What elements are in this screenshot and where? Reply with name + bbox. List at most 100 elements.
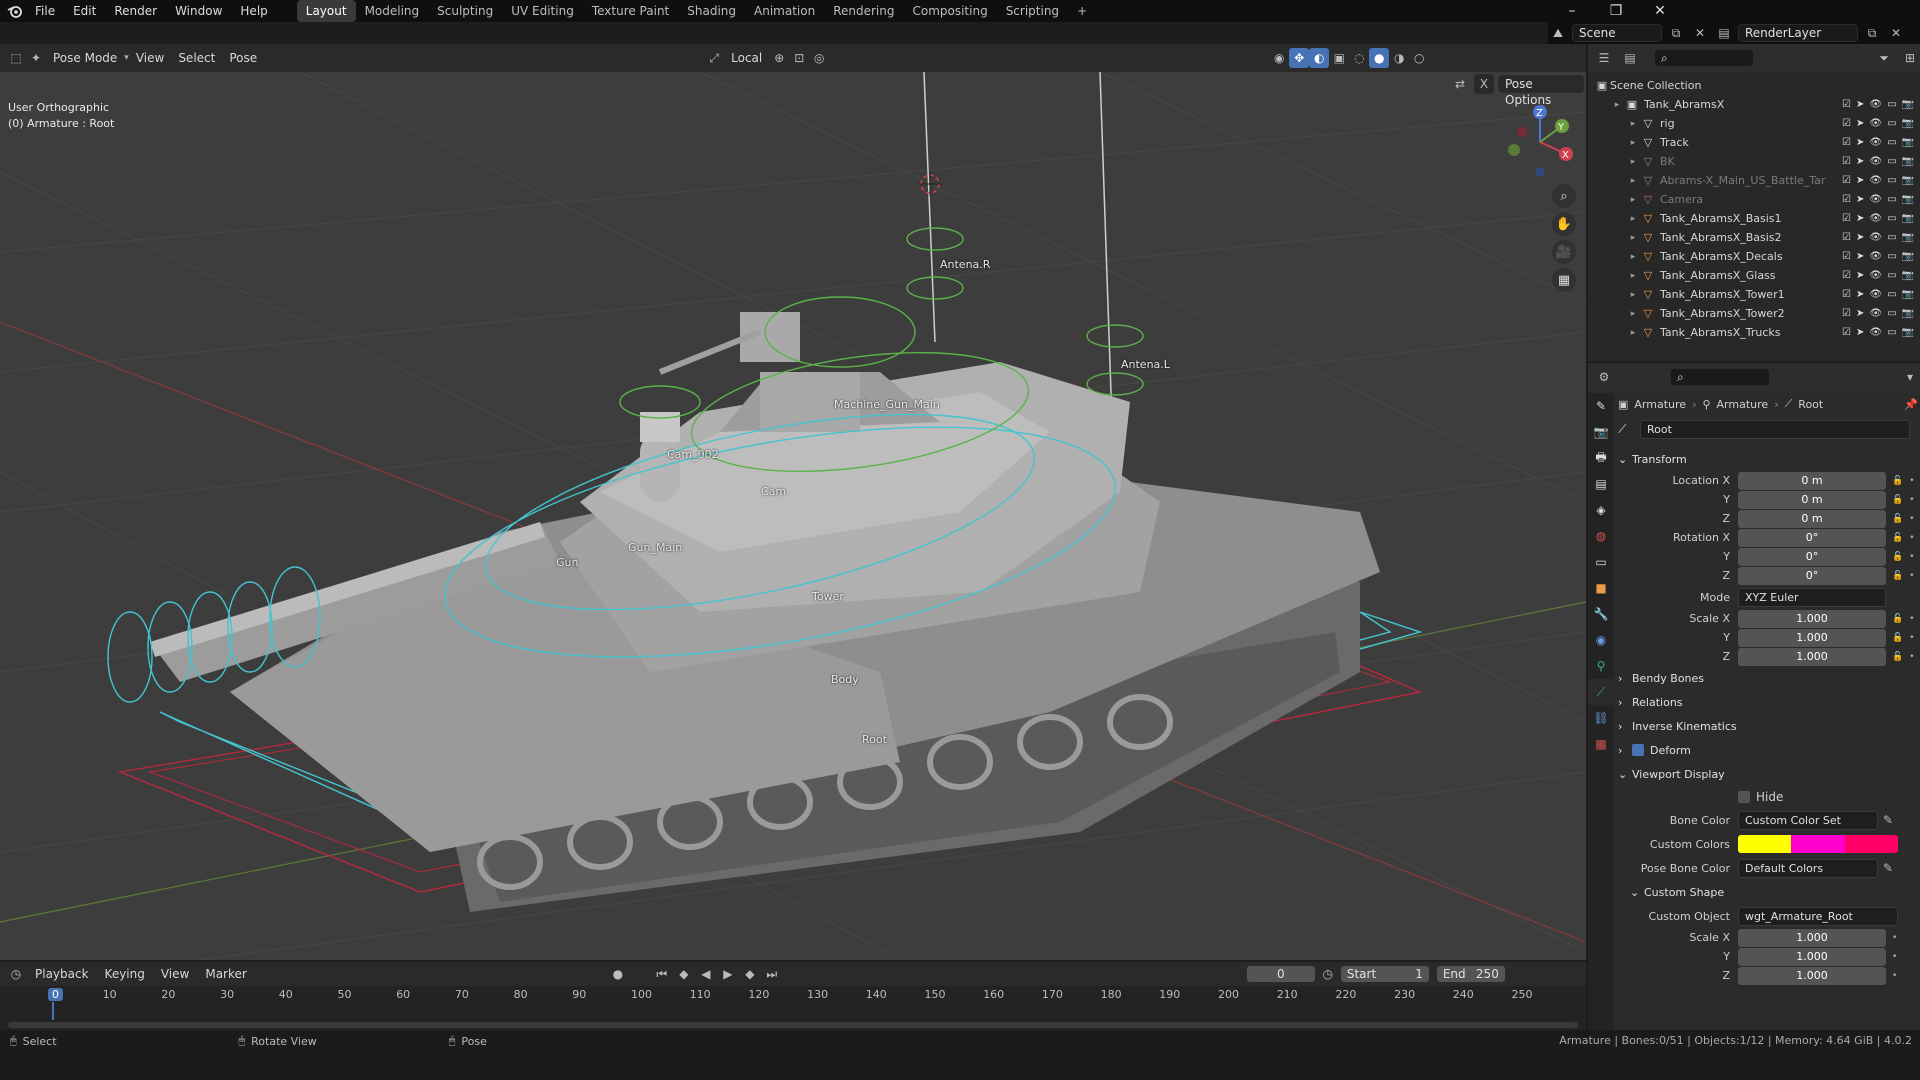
- new-collection-icon[interactable]: ⊞: [1900, 48, 1920, 68]
- display-mode-icon[interactable]: ▤: [1620, 48, 1640, 68]
- menu-edit[interactable]: Edit: [64, 0, 105, 22]
- expand-icon[interactable]: ▸: [1626, 271, 1640, 281]
- rot-x-field[interactable]: 0°: [1738, 528, 1886, 547]
- cs-scale-z-field[interactable]: 1.000: [1738, 966, 1886, 985]
- render-layer-selector[interactable]: RenderLayer: [1738, 24, 1858, 42]
- blender-logo-icon[interactable]: [4, 0, 26, 22]
- outliner-item[interactable]: ▸ ▽ BK ☑ ➤ 👁 ▭ 📷: [1588, 152, 1920, 171]
- camera-view-icon[interactable]: 🎥: [1552, 240, 1576, 264]
- tool-tab-icon[interactable]: ✎: [1588, 393, 1614, 419]
- physics-tab-icon[interactable]: ◉: [1588, 627, 1614, 653]
- custom-colors-swatches[interactable]: [1738, 835, 1898, 853]
- lock-icon[interactable]: 🔓: [1892, 514, 1903, 524]
- collection-tab-icon[interactable]: ▭: [1588, 549, 1614, 575]
- scene-selector[interactable]: Scene: [1572, 24, 1662, 42]
- viewport-icon[interactable]: ▭: [1887, 232, 1896, 243]
- eye-icon[interactable]: 👁: [1869, 289, 1882, 300]
- snap-icon[interactable]: ⊡: [789, 48, 809, 68]
- lock-icon[interactable]: 🔓: [1892, 652, 1903, 662]
- select-checkbox-icon[interactable]: ☑: [1842, 137, 1851, 148]
- menu-pose[interactable]: Pose: [222, 45, 264, 71]
- navigation-gizmo[interactable]: Z X Y: [1500, 102, 1580, 182]
- loc-y-field[interactable]: 0 m: [1738, 490, 1886, 509]
- eye-icon[interactable]: 👁: [1869, 213, 1882, 224]
- expand-icon[interactable]: ▸: [1626, 119, 1640, 129]
- visibility-icon[interactable]: ◉: [1269, 48, 1289, 68]
- bone-color-dropdown[interactable]: Custom Color Set: [1738, 810, 1878, 830]
- outliner-item[interactable]: ▸ ▽ Tank_AbramsX_Tower1 ☑ ➤ 👁 ▭ 📷: [1588, 285, 1920, 304]
- render-camera-icon[interactable]: 📷: [1902, 289, 1914, 300]
- outliner-item[interactable]: ▸ ▽ Tank_AbramsX_Decals ☑ ➤ 👁 ▭ 📷: [1588, 247, 1920, 266]
- texture-tab-icon[interactable]: ▩: [1588, 731, 1614, 757]
- selectable-icon[interactable]: ➤: [1856, 118, 1864, 129]
- lock-icon[interactable]: 🔓: [1892, 633, 1903, 643]
- expand-icon[interactable]: ▸: [1626, 176, 1640, 186]
- custom-object-field[interactable]: wgt_Armature_Root: [1738, 906, 1898, 926]
- tab-texture-paint[interactable]: Texture Paint: [583, 0, 678, 22]
- render-tab-icon[interactable]: 📷: [1588, 419, 1614, 445]
- zoom-icon[interactable]: ⌕: [1552, 184, 1576, 208]
- proportional-edit-icon[interactable]: ◎: [809, 48, 829, 68]
- pan-hand-icon[interactable]: ✋: [1552, 212, 1576, 236]
- outliner-item[interactable]: ▸ ▽ Tank_AbramsX_Glass ☑ ➤ 👁 ▭ 📷: [1588, 266, 1920, 285]
- expand-icon[interactable]: ▸: [1626, 328, 1640, 338]
- render-camera-icon[interactable]: 📷: [1902, 251, 1914, 262]
- render-layer-icon[interactable]: ▤: [1714, 23, 1734, 43]
- timeline-ruler[interactable]: 0 10 20 30 40 50 60 70 80 90 100 110 120 130 140 150 160…: [0, 962, 1586, 1030]
- eye-icon[interactable]: 👁: [1869, 251, 1882, 262]
- editor-type-icon[interactable]: ⬚: [6, 48, 26, 68]
- tab-scripting[interactable]: Scripting: [997, 0, 1068, 22]
- tab-compositing[interactable]: Compositing: [903, 0, 996, 22]
- expand-icon[interactable]: ▸: [1610, 100, 1624, 110]
- selectable-icon[interactable]: ➤: [1856, 213, 1864, 224]
- keyframe-dot-icon[interactable]: •: [1909, 652, 1914, 662]
- color-swatch[interactable]: [1791, 835, 1845, 853]
- properties-search-input[interactable]: ⌕: [1670, 368, 1770, 386]
- material-shading-icon[interactable]: ◑: [1389, 48, 1409, 68]
- viewport-icon[interactable]: ▭: [1887, 289, 1896, 300]
- render-camera-icon[interactable]: 📷: [1902, 327, 1914, 338]
- bone-tab-icon[interactable]: ⟋: [1588, 679, 1614, 705]
- viewport-icon[interactable]: ▭: [1887, 99, 1896, 110]
- expand-icon[interactable]: ▸: [1626, 309, 1640, 319]
- eye-icon[interactable]: 👁: [1869, 156, 1882, 167]
- mode-selector[interactable]: Pose Mode: [46, 45, 124, 71]
- keyframe-dot-icon[interactable]: •: [1909, 571, 1914, 581]
- keyframe-dot-icon[interactable]: •: [1909, 514, 1914, 524]
- outliner-item[interactable]: ▸ ▽ Abrams-X_Main_US_Battle_Tar ☑ ➤ 👁 ▭ 📷: [1588, 171, 1920, 190]
- world-tab-icon[interactable]: ◍: [1588, 523, 1614, 549]
- tab-animation[interactable]: Animation: [745, 0, 824, 22]
- add-workspace-button[interactable]: +: [1068, 0, 1096, 22]
- maximize-button[interactable]: ❐: [1594, 0, 1638, 22]
- scale-x-field[interactable]: 1.000: [1738, 609, 1886, 628]
- eye-icon[interactable]: 👁: [1869, 118, 1882, 129]
- select-checkbox-icon[interactable]: ☑: [1842, 99, 1851, 110]
- scale-y-field[interactable]: 1.000: [1738, 628, 1886, 647]
- selectable-icon[interactable]: ➤: [1856, 99, 1864, 110]
- render-camera-icon[interactable]: 📷: [1902, 99, 1914, 110]
- xray-icon[interactable]: ▣: [1329, 48, 1349, 68]
- menu-view[interactable]: View: [129, 45, 171, 71]
- keyframe-dot-icon[interactable]: •: [1909, 476, 1914, 486]
- current-frame-indicator[interactable]: 0: [48, 988, 63, 1001]
- modifiers-tab-icon[interactable]: 🔧: [1588, 601, 1614, 627]
- scale-z-field[interactable]: 1.000: [1738, 647, 1886, 666]
- keyframe-dot-icon[interactable]: •: [1892, 971, 1897, 981]
- inverse-kinematics-panel[interactable]: › Inverse Kinematics: [1618, 714, 1918, 738]
- output-tab-icon[interactable]: 🖶: [1588, 445, 1614, 471]
- keyframe-dot-icon[interactable]: •: [1909, 533, 1914, 543]
- viewport-icon[interactable]: ▭: [1887, 308, 1896, 319]
- close-window-button[interactable]: ✕: [1638, 0, 1682, 22]
- expand-icon[interactable]: ▸: [1626, 290, 1640, 300]
- menu-file[interactable]: File: [26, 0, 64, 22]
- selectable-icon[interactable]: ➤: [1856, 175, 1864, 186]
- ortho-grid-icon[interactable]: ▦: [1552, 268, 1576, 292]
- viewport-icon[interactable]: ▭: [1887, 194, 1896, 205]
- tab-shading[interactable]: Shading: [678, 0, 745, 22]
- eye-icon[interactable]: 👁: [1869, 270, 1882, 281]
- render-camera-icon[interactable]: 📷: [1902, 213, 1914, 224]
- render-camera-icon[interactable]: 📷: [1902, 156, 1914, 167]
- outliner-item[interactable]: ▸ ▽ Tank_AbramsX_Trucks ☑ ➤ 👁 ▭ 📷: [1588, 323, 1920, 342]
- keyframe-dot-icon[interactable]: •: [1892, 933, 1897, 943]
- properties-editor-icon[interactable]: ⚙: [1594, 367, 1614, 387]
